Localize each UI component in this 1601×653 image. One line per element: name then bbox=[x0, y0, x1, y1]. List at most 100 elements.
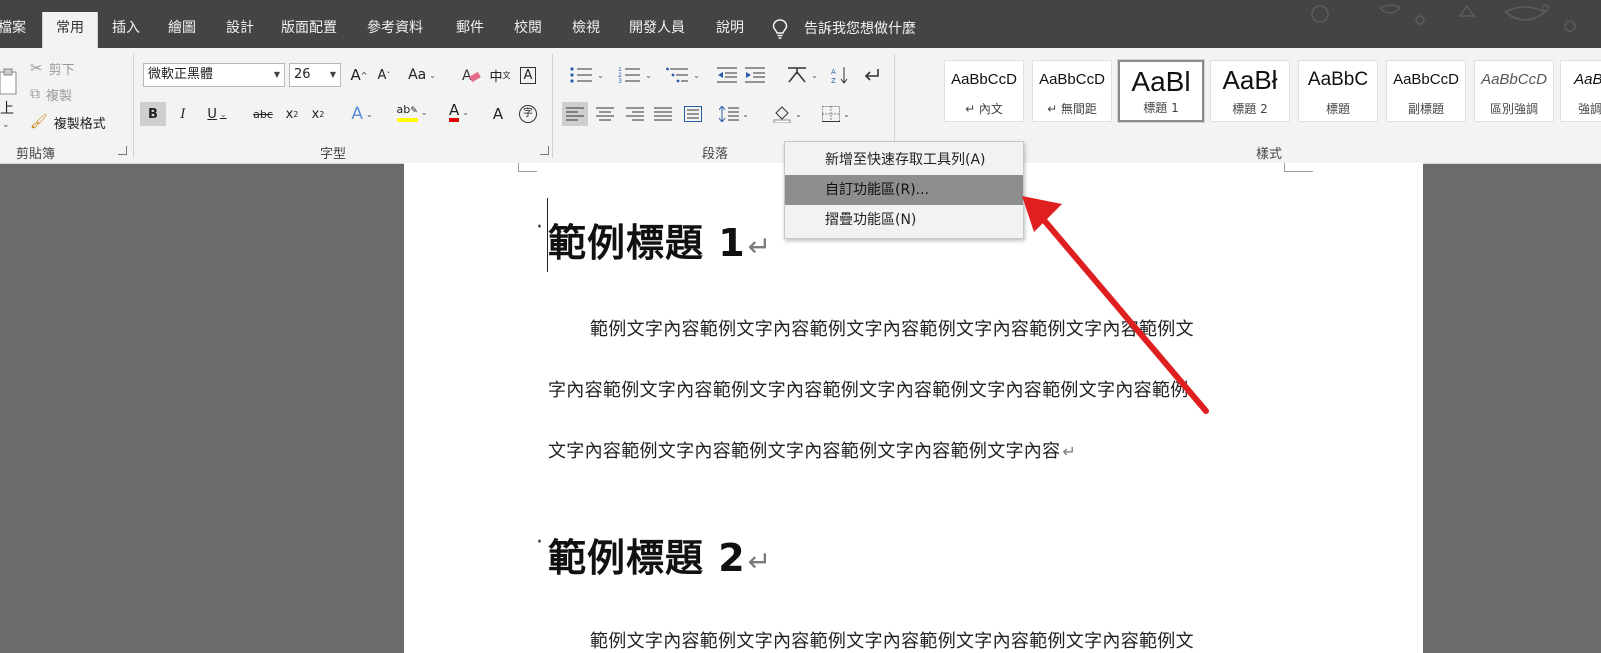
style-no-spacing[interactable]: AaBbCcD ↵ 無間距 bbox=[1032, 60, 1112, 122]
font-color-icon[interactable]: A ⌄ bbox=[440, 100, 478, 124]
style-emphasis[interactable]: AaBl 強調 bbox=[1560, 60, 1601, 122]
paste-button[interactable]: 上 bbox=[0, 98, 14, 118]
copy-button[interactable]: ⧉ 複製 bbox=[30, 82, 72, 106]
decrease-indent-icon[interactable] bbox=[716, 63, 738, 87]
character-shading-icon[interactable]: A bbox=[488, 102, 508, 126]
clear-formatting-icon[interactable]: A bbox=[460, 63, 482, 87]
line-spacing-icon[interactable]: ⌄ bbox=[714, 102, 754, 126]
tab-file[interactable]: 檔案 bbox=[0, 12, 38, 48]
style-normal[interactable]: AaBbCcD ↵ 內文 bbox=[944, 60, 1024, 122]
svg-text:3: 3 bbox=[618, 78, 622, 83]
tab-layout[interactable]: 版面配置 bbox=[276, 12, 342, 48]
strikethrough-icon[interactable]: abc bbox=[250, 102, 276, 126]
tab-mailings[interactable]: 郵件 bbox=[448, 12, 492, 48]
align-left-button[interactable] bbox=[562, 102, 588, 126]
svg-text:A: A bbox=[831, 68, 836, 76]
menu-item-customize-ribbon[interactable]: 自訂功能區(R)... bbox=[785, 175, 1023, 205]
style-name: ↵ 內文 bbox=[965, 102, 1003, 116]
shading-icon[interactable]: ⌄ bbox=[768, 102, 806, 126]
font-group-label: 字型 bbox=[320, 147, 347, 162]
font-size-combo[interactable]: 26 ▼ bbox=[289, 63, 341, 87]
tab-review[interactable]: 校閱 bbox=[506, 12, 550, 48]
heading-marker: · bbox=[536, 215, 543, 240]
sort-icon[interactable]: AZ bbox=[830, 63, 850, 87]
style-name: 標題 2 bbox=[1232, 102, 1268, 116]
tab-references[interactable]: 參考資料 bbox=[362, 12, 428, 48]
tab-view[interactable]: 檢視 bbox=[564, 12, 608, 48]
show-formatting-marks-icon[interactable] bbox=[860, 63, 882, 87]
cut-button[interactable]: ✂ 剪下 bbox=[30, 56, 75, 80]
tab-draw[interactable]: 繪圖 bbox=[160, 12, 204, 48]
highlight-color-icon[interactable]: ab✎ ⌄ bbox=[392, 100, 432, 124]
character-border-icon[interactable]: A bbox=[516, 63, 540, 87]
tab-help[interactable]: 說明 bbox=[708, 12, 752, 48]
bullets-icon[interactable]: ⌄ bbox=[566, 63, 608, 87]
font-size-dropdown-icon[interactable]: ▼ bbox=[330, 64, 336, 86]
tab-design[interactable]: 設計 bbox=[218, 12, 262, 48]
paragraph-mark: ↵ bbox=[747, 545, 773, 578]
text-effects-icon[interactable]: A ⌄ bbox=[344, 102, 380, 126]
format-painter-button[interactable]: 🖌 複製格式 bbox=[30, 110, 106, 134]
style-name: 標題 1 bbox=[1143, 101, 1179, 115]
style-heading-2[interactable]: AaBł 標題 2 bbox=[1210, 60, 1290, 122]
crop-mark-left bbox=[518, 163, 537, 172]
underline-button[interactable]: U ⌄ bbox=[200, 102, 234, 126]
tab-insert[interactable]: 插入 bbox=[104, 12, 148, 48]
cut-label: 剪下 bbox=[48, 62, 75, 78]
font-name-combo[interactable]: 微軟正黑體 ▼ bbox=[143, 63, 285, 87]
font-name-dropdown-icon[interactable]: ▼ bbox=[274, 64, 280, 86]
menu-item-collapse-ribbon[interactable]: 摺疊功能區(N) bbox=[785, 205, 1023, 235]
paragraph-mark: ↵ bbox=[747, 230, 773, 263]
tab-home[interactable]: 常用 bbox=[42, 12, 98, 48]
style-heading-1[interactable]: AaBl 標題 1 bbox=[1117, 59, 1205, 123]
increase-indent-icon[interactable] bbox=[744, 63, 766, 87]
heading-marker: · bbox=[536, 530, 543, 555]
grow-font-icon[interactable]: A ^ bbox=[349, 63, 369, 87]
tab-developer[interactable]: 開發人員 bbox=[624, 12, 690, 48]
change-case-icon[interactable]: Aa ⌄ bbox=[404, 63, 440, 87]
phonetic-guide-icon[interactable]: 中文 bbox=[488, 63, 512, 87]
shrink-font-icon[interactable]: Aˇ bbox=[374, 63, 394, 87]
borders-icon[interactable]: ⌄ bbox=[816, 102, 856, 126]
paragraph-line[interactable]: 字內容範例文字內容範例文字內容範例文字內容範例文字內容範例文字內容範例 bbox=[548, 376, 1189, 402]
style-name: ↵ 無間距 bbox=[1047, 102, 1097, 116]
tell-me-box[interactable]: 告訴我您想做什麼 bbox=[804, 18, 916, 38]
format-painter-label: 複製格式 bbox=[53, 116, 106, 132]
style-name: 強調 bbox=[1577, 102, 1601, 116]
align-center-button[interactable] bbox=[594, 102, 616, 126]
style-sample: AaBbCcD bbox=[951, 71, 1017, 88]
style-sample: AaBbCcD bbox=[1481, 71, 1547, 88]
style-sample: AaBbCcD bbox=[1039, 71, 1105, 88]
justify-button[interactable] bbox=[652, 102, 674, 126]
asian-layout-icon[interactable]: ⌄ bbox=[782, 63, 822, 87]
paragraph-line[interactable]: 文字內容範例文字內容範例文字內容範例文字內容範例文字內容 ↵ bbox=[548, 437, 1076, 463]
lightbulb-icon[interactable] bbox=[772, 18, 788, 40]
style-title[interactable]: AaBbC 標題 bbox=[1298, 60, 1378, 122]
align-right-button[interactable] bbox=[624, 102, 646, 126]
paragraph-line[interactable]: 範例文字內容範例文字內容範例文字內容範例文字內容範例文字內容範例文 bbox=[590, 627, 1194, 653]
italic-button[interactable]: I bbox=[172, 102, 194, 126]
superscript-icon[interactable]: x2 bbox=[308, 102, 328, 126]
paragraph-line[interactable]: 範例文字內容範例文字內容範例文字內容範例文字內容範例文字內容範例文 bbox=[590, 315, 1194, 341]
multilevel-list-icon[interactable]: ⌄ bbox=[662, 63, 704, 87]
menu-item-add-to-quick-access[interactable]: 新增至快速存取工具列(A) bbox=[785, 145, 1023, 175]
paste-caret-icon[interactable]: ⌄ bbox=[2, 120, 10, 130]
font-launcher-icon[interactable] bbox=[540, 146, 549, 155]
clipboard-launcher-icon[interactable] bbox=[118, 146, 127, 155]
numbering-icon[interactable]: 1 2 3 ⌄ bbox=[614, 63, 656, 87]
bold-button[interactable]: B bbox=[140, 102, 166, 126]
subscript-icon[interactable]: x2 bbox=[282, 102, 302, 126]
style-name: 標題 bbox=[1325, 102, 1350, 116]
heading-1[interactable]: 範例標題 1↵ bbox=[548, 212, 772, 267]
style-subtle-emphasis[interactable]: AaBbCcD 區別強調 bbox=[1474, 60, 1554, 122]
ribbon-background-decoration bbox=[1311, 4, 1576, 32]
paste-icon[interactable] bbox=[0, 68, 20, 98]
enclose-characters-icon[interactable]: 字 bbox=[516, 102, 540, 126]
heading-2[interactable]: 範例標題 2↵ bbox=[548, 527, 772, 582]
clipboard-group-label: 剪貼簿 bbox=[16, 147, 56, 162]
svg-text:A: A bbox=[462, 68, 472, 84]
scissors-icon: ✂ bbox=[30, 59, 43, 77]
style-subtitle[interactable]: AaBbCcD 副標題 bbox=[1386, 60, 1466, 122]
distributed-align-button[interactable] bbox=[682, 102, 704, 126]
paintbrush-icon: 🖌 bbox=[30, 114, 48, 130]
